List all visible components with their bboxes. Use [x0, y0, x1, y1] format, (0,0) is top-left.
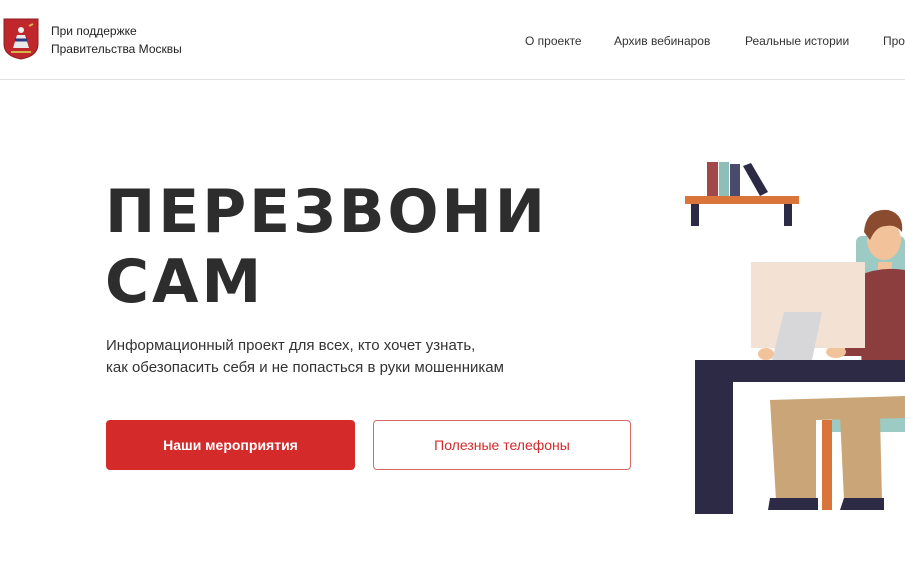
hero-title-line-1: ПЕРЕЗВОНИ: [105, 177, 548, 247]
main-nav: О проекте Архив вебинаров Реальные истор…: [0, 33, 905, 49]
nav-about[interactable]: О проекте: [525, 33, 582, 49]
bookshelf-icon: [685, 162, 799, 226]
our-events-button[interactable]: Наши мероприятия: [106, 420, 355, 470]
hero-title-line-2: САМ: [105, 247, 265, 317]
site-header: При поддержке Правительства Москвы О про…: [0, 0, 905, 80]
nav-real-stories[interactable]: Реальные истории: [745, 33, 849, 49]
useful-phones-button[interactable]: Полезные телефоны: [373, 420, 631, 470]
man-at-computer-illustration: [685, 162, 905, 514]
hero-title: ПЕРЕЗВОНИ САМ: [105, 177, 548, 317]
hero-subtitle-line-1: Информационный проект для всех, кто хоче…: [106, 337, 476, 354]
hero-subtitle-line-2: как обезопасить себя и не попасться в ру…: [106, 359, 504, 376]
hero-subtitle: Информационный проект для всех, кто хоче…: [106, 335, 504, 379]
nav-webinar-archive[interactable]: Архив вебинаров: [614, 33, 710, 49]
nav-more[interactable]: Про: [883, 33, 905, 49]
